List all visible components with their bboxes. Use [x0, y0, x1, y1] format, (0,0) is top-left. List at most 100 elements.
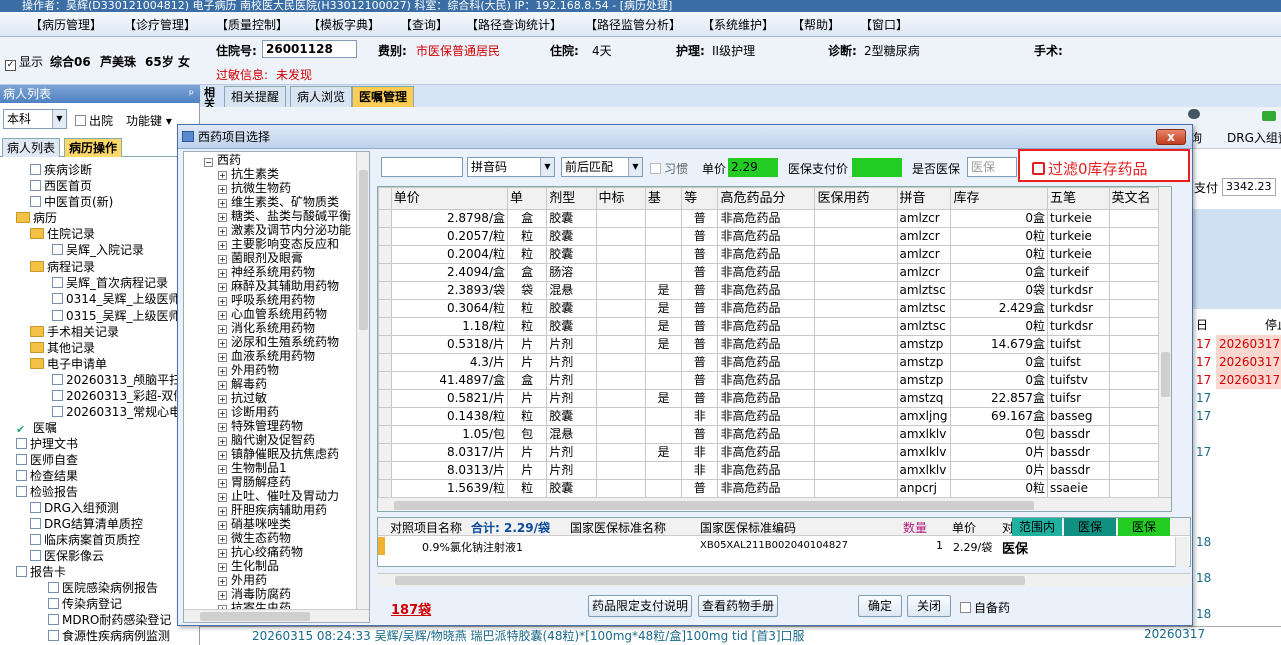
dialog-close-button[interactable]: 关闭 — [907, 595, 951, 617]
category-node[interactable]: + 心血管系统用药物 — [218, 308, 327, 321]
menu-query[interactable]: 【查询】 — [400, 16, 448, 33]
menu-treatment[interactable]: 【诊疗管理】 — [124, 16, 196, 33]
grid-vscroll[interactable] — [1158, 187, 1171, 497]
category-node[interactable]: + 糖类、盐类与酸碱平衡 — [218, 210, 351, 223]
tree-item[interactable]: 临床病案首页质控 — [30, 533, 140, 547]
menu-path-stats[interactable]: 【路径查询统计】 — [466, 16, 562, 33]
expand-icon[interactable]: + — [218, 255, 227, 264]
selected-row[interactable]: 0.9%氯化钠注射液1 XB05XAL211B002040104827 1 2.… — [378, 537, 1190, 557]
table-row[interactable]: 2.4094/盒盒肠溶 普非高危药品 amlzcr 0盒 turkeif — [378, 263, 1171, 282]
expand-icon[interactable]: + — [218, 577, 227, 586]
category-node[interactable]: + 菌眼剂及眼膏 — [218, 252, 303, 265]
table-row[interactable]: 0.3064/粒粒胶囊 是普非高危药品 amlztsc 2.429盒 turkdsr — [378, 299, 1171, 318]
tree-item[interactable]: 检验报告 — [16, 485, 78, 499]
lower-hscroll[interactable] — [377, 573, 1191, 587]
expand-icon[interactable]: + — [218, 451, 227, 460]
expand-icon[interactable]: + — [218, 171, 227, 180]
expand-icon[interactable]: + — [218, 493, 227, 502]
column-header[interactable]: 单价 — [390, 187, 509, 210]
is-ins-select[interactable]: 医保 — [967, 157, 1017, 177]
row-selector[interactable] — [378, 335, 392, 354]
tree-item[interactable]: 西医首页 — [30, 179, 92, 193]
row-selector[interactable] — [378, 353, 392, 372]
table-row[interactable]: 0.1438/粒粒胶囊 非非高危药品 amxljng 69.167盒 basseg — [378, 407, 1171, 426]
category-node[interactable]: + 抗过敏 — [218, 392, 267, 405]
row-selector[interactable] — [378, 479, 392, 498]
pin-icon[interactable]: ᵖ — [189, 85, 194, 103]
match-mode-select[interactable]: 前后匹配 ▼ — [561, 157, 643, 177]
tree-item[interactable]: DRG结算清单质控 — [30, 517, 143, 531]
limit-pay-button[interactable]: 药品限定支付说明 — [588, 595, 692, 617]
category-node[interactable]: + 解毒药 — [218, 378, 267, 391]
tree-item[interactable]: 其他记录 — [30, 341, 95, 355]
column-header[interactable]: 五笔 — [1047, 187, 1110, 210]
category-node[interactable]: + 消毒防腐药 — [218, 588, 291, 601]
category-node[interactable]: + 神经系统用药物 — [218, 266, 315, 279]
column-header[interactable]: 医保用药 — [814, 187, 898, 210]
expand-icon[interactable]: + — [218, 185, 227, 194]
table-row[interactable]: 0.2004/粒粒胶囊 普非高危药品 amlzcr 0粒 turkeie — [378, 245, 1171, 264]
table-row[interactable]: 8.0313/片片片剂 非非高危药品 amxlklv 0片 bassdr — [378, 461, 1171, 480]
close-button[interactable]: x — [1156, 129, 1186, 145]
tree-item[interactable]: DRG入组预测 — [30, 501, 119, 515]
tree-item[interactable]: 医师自查 — [16, 453, 78, 467]
row-selector[interactable] — [378, 371, 392, 390]
row-selector[interactable] — [378, 245, 392, 264]
menu-record[interactable]: 【病历管理】 — [30, 16, 102, 33]
category-node[interactable]: + 特殊管理药物 — [218, 420, 303, 433]
menu-template[interactable]: 【模板字典】 — [308, 16, 380, 33]
table-row[interactable]: 2.8798/盒盒胶囊 普非高危药品 amlzcr 0盒 turkeie — [378, 209, 1171, 228]
expand-icon[interactable]: + — [218, 507, 227, 516]
row-selector[interactable] — [378, 263, 392, 282]
expand-icon[interactable]: + — [218, 367, 227, 376]
category-node[interactable]: + 消化系统用药物 — [218, 322, 315, 335]
category-node[interactable]: + 抗微生物药 — [218, 182, 291, 195]
category-node[interactable]: + 镇静催眠及抗焦虑药 — [218, 448, 339, 461]
expand-icon[interactable]: + — [218, 283, 227, 292]
expand-icon[interactable]: + — [218, 423, 227, 432]
row-selector[interactable] — [378, 209, 392, 228]
selected-vscroll[interactable] — [1175, 537, 1189, 567]
category-node[interactable]: + 麻醉及其辅助用药物 — [218, 280, 339, 293]
row-selector[interactable] — [378, 299, 392, 318]
expand-icon[interactable]: + — [218, 353, 227, 362]
tree-item[interactable]: 手术相关记录 — [30, 325, 119, 339]
tree-item[interactable]: 报告卡 — [16, 565, 66, 579]
discharged-checkbox[interactable]: 出院 — [75, 112, 113, 129]
table-row[interactable]: 0.2057/粒粒胶囊 普非高危药品 amlzcr 0粒 turkeie — [378, 227, 1171, 246]
column-header[interactable]: 剂型 — [546, 187, 597, 210]
table-row[interactable]: 4.3/片片片剂 普非高危药品 amstzp 0盒 tuifst — [378, 353, 1171, 372]
drg-predict-button[interactable]: DRG入组预 — [1227, 129, 1281, 146]
search-input[interactable] — [381, 157, 463, 177]
row-selector[interactable] — [378, 317, 392, 336]
column-header[interactable]: 中标 — [595, 187, 646, 210]
order-row-text[interactable]: 20260315 08:24:33 吴辉/吴辉/物晓燕 瑞巴派特胶囊(48粒)*… — [252, 627, 805, 644]
habit-checkbox[interactable]: 习惯 — [650, 160, 688, 177]
tab-patient-list[interactable]: 病人列表 — [2, 138, 61, 157]
category-node[interactable]: + 主要影响变态反应和 — [218, 238, 339, 251]
category-node[interactable]: + 抗生素类 — [218, 168, 279, 181]
menu-help[interactable]: 【帮助】 — [792, 16, 840, 33]
tree-item[interactable]: ✔ 医嘱 — [16, 421, 57, 436]
row-selector[interactable] — [378, 461, 392, 480]
tree-item[interactable]: 护理文书 — [16, 437, 78, 451]
menu-system[interactable]: 【系统维护】 — [702, 16, 774, 33]
function-key-button[interactable]: 功能键 ▾ — [126, 112, 172, 129]
expand-icon[interactable]: + — [218, 297, 227, 306]
category-node[interactable]: + 激素及调节内分泌功能 — [218, 224, 351, 237]
expand-icon[interactable]: + — [218, 521, 227, 530]
self-prepared-checkbox[interactable]: 自备药 — [960, 599, 1010, 616]
tree-item[interactable]: 中医首页(新) — [30, 195, 113, 209]
tree-hscroll[interactable] — [184, 609, 369, 622]
row-selector[interactable] — [378, 281, 392, 300]
table-row[interactable]: 0.5821/片片片剂 是普非高危药品 amstzq 22.857盒 tuifsr — [378, 389, 1171, 408]
expand-icon[interactable]: + — [218, 311, 227, 320]
category-node[interactable]: + 抗心绞痛药物 — [218, 546, 303, 559]
filter-zero-stock-checkbox[interactable]: 过滤0库存药品 — [1032, 158, 1148, 179]
expand-icon[interactable]: + — [218, 409, 227, 418]
table-row[interactable]: 1.5639/粒粒胶囊 普非高危药品 anpcrj 0粒 ssaeie — [378, 479, 1171, 498]
tree-item[interactable]: 20260313_常规心电图 — [52, 405, 193, 419]
tree-item[interactable]: 检查结果 — [16, 469, 78, 483]
category-node[interactable]: + 泌尿和生殖系统药物 — [218, 336, 339, 349]
row-selector[interactable] — [378, 227, 392, 246]
